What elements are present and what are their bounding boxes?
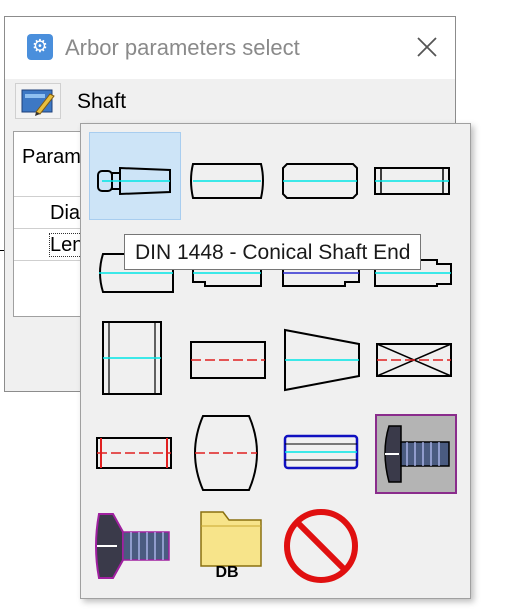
crossed-box-icon xyxy=(376,343,452,377)
param-row-label: Dia xyxy=(50,202,81,224)
shape-chamfered-shaft[interactable] xyxy=(275,132,367,220)
shape-red-ends-cylinder[interactable] xyxy=(89,404,181,492)
conical-shaft-end-icon xyxy=(97,166,171,196)
no-sign-icon xyxy=(284,509,358,583)
shape-red-axis-cylinder[interactable] xyxy=(181,314,273,402)
cone-icon xyxy=(284,328,360,392)
tall-cylinder-icon xyxy=(102,321,162,395)
shape-rounded-shaft[interactable] xyxy=(181,132,273,220)
chamfered-shaft-icon xyxy=(282,163,358,199)
shape-countersunk-screw[interactable] xyxy=(89,502,181,590)
shaft-label: Shaft xyxy=(77,90,127,113)
shaft-shape-popup: DB xyxy=(80,123,471,599)
title-bar: ⚙ Arbor parameters select xyxy=(5,17,455,79)
shape-cone[interactable] xyxy=(275,314,367,402)
shape-none[interactable] xyxy=(275,502,367,590)
close-icon[interactable] xyxy=(415,35,439,59)
window-title: Arbor parameters select xyxy=(65,35,300,60)
shape-barrel[interactable] xyxy=(181,404,273,492)
divider xyxy=(0,250,4,251)
shaft-type-picker-icon xyxy=(21,89,55,116)
param-row-label: Len xyxy=(48,233,85,257)
toolbar: Shaft xyxy=(5,79,455,123)
shaft-type-button[interactable] xyxy=(15,83,61,119)
gear-app-icon: ⚙ xyxy=(27,34,53,60)
shape-crossed-box[interactable] xyxy=(369,314,461,402)
barrel-icon xyxy=(194,415,258,491)
cylinder-red-axis-icon xyxy=(190,341,266,379)
countersunk-screw-icon xyxy=(95,513,170,579)
screw-icon xyxy=(384,425,450,483)
shape-blue-cylinder[interactable] xyxy=(275,404,367,492)
shape-hex-screw[interactable] xyxy=(375,414,457,494)
shape-groove-shaft[interactable] xyxy=(369,132,461,220)
param-column-header: Param xyxy=(22,146,81,168)
red-ends-cylinder-icon xyxy=(96,437,172,469)
rounded-shaft-icon xyxy=(190,163,264,199)
shape-tooltip: DIN 1448 - Conical Shaft End xyxy=(124,234,422,270)
db-label: DB xyxy=(215,564,239,581)
blue-cylinder-icon xyxy=(283,434,359,470)
groove-shaft-icon xyxy=(374,167,450,195)
shape-conical-shaft-end[interactable] xyxy=(89,132,181,220)
shape-database-folder[interactable]: DB xyxy=(181,502,273,590)
shape-tall-cylinder[interactable] xyxy=(89,314,181,402)
